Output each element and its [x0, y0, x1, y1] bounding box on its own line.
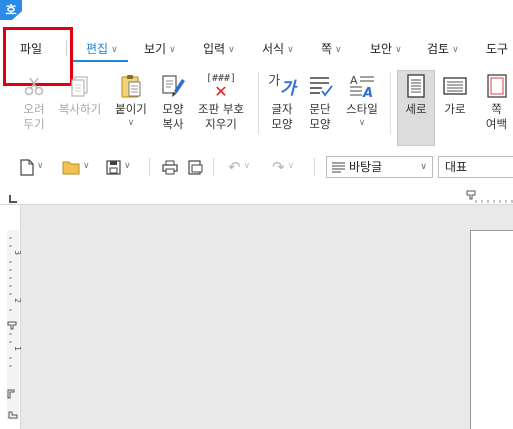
print-preview-icon — [188, 159, 203, 175]
menu-format[interactable]: 서식 ∨ — [262, 40, 294, 57]
ruler-number: 3 — [13, 249, 23, 256]
copy-button[interactable]: 복사하기 — [56, 70, 104, 117]
chevron-down-icon: ∨ — [335, 45, 342, 55]
char-shape-button[interactable]: 가가 글자 모양 — [266, 70, 298, 132]
char-shape-icon: 가가 — [268, 73, 296, 99]
ruler-number: 1 — [13, 345, 23, 352]
ruler-corner-icon[interactable] — [9, 195, 17, 203]
open-folder-button[interactable]: ∨ — [62, 158, 90, 176]
folder-icon — [62, 161, 80, 174]
chevron-down-icon: ∨ — [243, 161, 251, 171]
paragraph-style-icon — [332, 162, 345, 173]
ruler-number: 2 — [13, 297, 23, 304]
printer-icon — [162, 160, 178, 174]
redo-icon: ↷ — [272, 158, 285, 176]
title-strip: 호 — [0, 0, 513, 22]
print-preview-button[interactable] — [187, 158, 203, 176]
cut-button[interactable]: 오려 두기 — [18, 70, 50, 132]
save-button[interactable]: ∨ — [106, 158, 131, 176]
paragraph-icon — [304, 70, 336, 102]
para-shape-button[interactable]: 문단 모양 — [304, 70, 336, 132]
chevron-down-icon: ∨ — [37, 161, 44, 171]
vertical-ruler-track: 3 2 1 — [7, 230, 23, 420]
menu-page[interactable]: 쪽 ∨ — [321, 40, 342, 57]
portrait-page-icon — [398, 70, 434, 102]
new-document-icon — [20, 158, 34, 176]
new-document-button[interactable]: ∨ — [20, 158, 44, 176]
paste-icon — [112, 70, 150, 102]
page-margin-icon — [480, 70, 513, 102]
menu-insert[interactable]: 입력 ∨ — [203, 40, 235, 57]
active-tab-underline — [73, 60, 128, 62]
chevron-down-icon: ∨ — [452, 45, 459, 55]
ribbon: 오려 두기 복사하기 붙이기 ∨ 모양 복사 [###] ✕ 조판 부호 지우기… — [0, 64, 513, 144]
clear-marks-button[interactable]: [###] ✕ 조판 부호 지우기 — [196, 70, 246, 132]
landscape-page-icon — [438, 70, 472, 102]
chevron-down-icon: ∨ — [358, 118, 366, 128]
horizontal-ruler[interactable] — [0, 186, 513, 205]
vertical-ruler-ticks — [7, 237, 18, 419]
format-painter-icon — [156, 70, 190, 102]
chevron-down-icon: ∨ — [395, 45, 402, 55]
copy-icon — [56, 70, 104, 102]
svg-text:A: A — [362, 86, 373, 99]
chevron-down-icon: ∨ — [228, 45, 235, 55]
svg-text:A: A — [350, 74, 358, 87]
toolbar-separator — [149, 158, 150, 176]
style-button[interactable]: AA 스타일 ∨ — [342, 70, 382, 132]
print-button[interactable] — [162, 158, 178, 176]
redo-button[interactable]: ↷ ∨ — [272, 158, 294, 176]
menu-tools[interactable]: 도구 — [486, 40, 508, 57]
document-canvas[interactable] — [0, 186, 513, 429]
undo-icon: ↶ — [228, 158, 241, 176]
toolbar-separator — [314, 158, 315, 176]
menu-view[interactable]: 보기 ∨ — [144, 40, 176, 57]
style-select[interactable]: 바탕글 ∨ — [326, 156, 433, 178]
quick-toolbar: ∨ ∨ ∨ ↶ ∨ ↷ ∨ 바탕글 ∨ 대표 — [0, 152, 513, 182]
save-icon — [106, 159, 121, 175]
menu-review[interactable]: 검토 ∨ — [427, 40, 459, 57]
app-logo[interactable]: 호 — [0, 0, 22, 20]
font-select[interactable]: 대표 — [438, 156, 513, 178]
chevron-down-icon: ∨ — [83, 161, 90, 171]
ribbon-separator — [390, 72, 391, 134]
portrait-button[interactable]: 세로 — [398, 70, 434, 117]
chevron-down-icon: ∨ — [169, 45, 176, 55]
format-copy-button[interactable]: 모양 복사 — [156, 70, 190, 132]
chevron-down-icon: ∨ — [111, 45, 118, 55]
ruler-ticks — [466, 190, 513, 203]
toolbar-separator — [213, 158, 214, 176]
ribbon-separator — [258, 72, 259, 134]
landscape-button[interactable]: 가로 — [438, 70, 472, 117]
paste-button[interactable]: 붙이기 ∨ — [112, 70, 150, 132]
chevron-down-icon: ∨ — [127, 118, 135, 128]
chevron-down-icon: ∨ — [420, 162, 427, 172]
undo-button[interactable]: ↶ ∨ — [228, 158, 250, 176]
clear-marks-icon: [###] ✕ — [205, 73, 237, 101]
chevron-down-icon: ∨ — [287, 161, 295, 171]
hwp-window: 호 파일 편집 ∨ 보기 ∨ 입력 ∨ 서식 ∨ 쪽 ∨ 보안 ∨ 검토 ∨ 도구 오려 두기… — [0, 0, 513, 429]
chevron-down-icon: ∨ — [287, 45, 294, 55]
page-margin-button[interactable]: 쪽 여백 — [480, 70, 513, 132]
scissors-icon — [18, 70, 50, 102]
chevron-down-icon: ∨ — [124, 161, 131, 171]
document-page[interactable] — [470, 230, 513, 429]
menu-edit[interactable]: 편집 ∨ — [86, 40, 118, 57]
style-icon: AA — [342, 70, 382, 102]
menu-security[interactable]: 보안 ∨ — [370, 40, 402, 57]
